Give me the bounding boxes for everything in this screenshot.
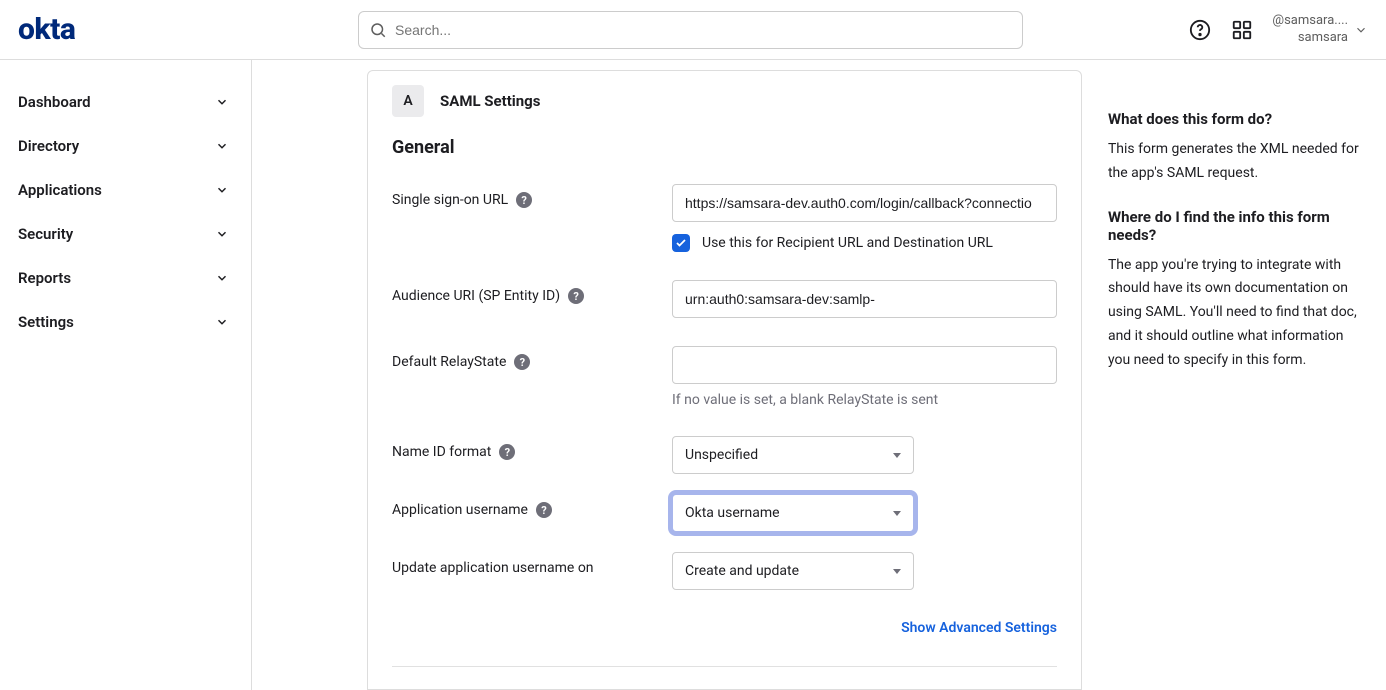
sidebar-item-directory[interactable]: Directory [0, 124, 251, 168]
sidebar: Dashboard Directory Applications Securit… [0, 60, 252, 690]
user-org: samsara [1272, 30, 1348, 46]
relay-hint: If no value is set, a blank RelayState i… [672, 392, 1057, 408]
nameid-value: Unspecified [685, 447, 758, 463]
help-icon[interactable]: ? [499, 444, 515, 460]
chevron-down-icon [215, 95, 229, 109]
search-input-wrap[interactable] [358, 11, 1023, 49]
sidebar-item-reports[interactable]: Reports [0, 256, 251, 300]
help-a1: This form generates the XML needed for t… [1108, 138, 1366, 186]
user-email: @samsara.... [1272, 13, 1348, 29]
caret-down-icon [893, 569, 901, 574]
check-icon [675, 237, 687, 249]
nameid-select[interactable]: Unspecified [672, 436, 914, 474]
panel-title: SAML Settings [440, 92, 540, 110]
search-input[interactable] [393, 21, 1012, 39]
sidebar-item-applications[interactable]: Applications [0, 168, 251, 212]
chevron-down-icon [1354, 23, 1368, 37]
chevron-down-icon [215, 183, 229, 197]
nameid-label: Name ID format [392, 444, 491, 460]
saml-settings-panel: A SAML Settings General Single sign-on U… [367, 70, 1082, 690]
app-username-select[interactable]: Okta username [672, 494, 914, 532]
update-on-value: Create and update [685, 563, 799, 579]
help-icon[interactable]: ? [514, 354, 530, 370]
step-badge: A [392, 85, 424, 117]
help-q2: Where do I find the info this form needs… [1108, 208, 1366, 244]
help-pane: What does this form do? This form genera… [1108, 70, 1386, 690]
sidebar-item-label: Settings [18, 313, 74, 331]
recipient-url-checkbox-label: Use this for Recipient URL and Destinati… [702, 235, 993, 251]
chevron-down-icon [215, 139, 229, 153]
sidebar-item-label: Reports [18, 269, 71, 287]
audience-label: Audience URI (SP Entity ID) [392, 288, 560, 304]
app-username-value: Okta username [685, 505, 780, 521]
apps-icon[interactable] [1230, 18, 1254, 42]
caret-down-icon [893, 453, 901, 458]
audience-input[interactable] [672, 280, 1057, 318]
sidebar-item-security[interactable]: Security [0, 212, 251, 256]
app-username-label: Application username [392, 502, 528, 518]
chevron-down-icon [215, 271, 229, 285]
search-icon [369, 21, 387, 39]
sidebar-item-dashboard[interactable]: Dashboard [0, 80, 251, 124]
sso-url-input[interactable] [672, 184, 1057, 222]
divider [392, 666, 1057, 667]
sidebar-item-settings[interactable]: Settings [0, 300, 251, 344]
section-title: General [392, 137, 1057, 158]
relay-label: Default RelayState [392, 354, 506, 370]
relay-input[interactable] [672, 346, 1057, 384]
help-icon[interactable]: ? [536, 502, 552, 518]
okta-logo: okta [18, 12, 358, 47]
update-on-label: Update application username on [392, 560, 594, 576]
help-q1: What does this form do? [1108, 110, 1366, 128]
recipient-url-checkbox[interactable] [672, 234, 690, 252]
chevron-down-icon [215, 315, 229, 329]
help-icon[interactable]: ? [516, 192, 532, 208]
top-bar: okta @samsara.... samsara [0, 0, 1386, 60]
chevron-down-icon [215, 227, 229, 241]
help-a2: The app you're trying to integrate with … [1108, 254, 1366, 373]
sidebar-item-label: Applications [18, 181, 102, 199]
sidebar-item-label: Dashboard [18, 93, 91, 111]
sidebar-item-label: Security [18, 225, 73, 243]
sidebar-item-label: Directory [18, 137, 79, 155]
user-menu[interactable]: @samsara.... samsara [1272, 13, 1368, 46]
caret-down-icon [893, 511, 901, 516]
help-icon[interactable] [1188, 18, 1212, 42]
sso-url-label: Single sign-on URL [392, 192, 508, 208]
help-icon[interactable]: ? [568, 288, 584, 304]
show-advanced-link[interactable]: Show Advanced Settings [392, 620, 1057, 636]
update-on-select[interactable]: Create and update [672, 552, 914, 590]
